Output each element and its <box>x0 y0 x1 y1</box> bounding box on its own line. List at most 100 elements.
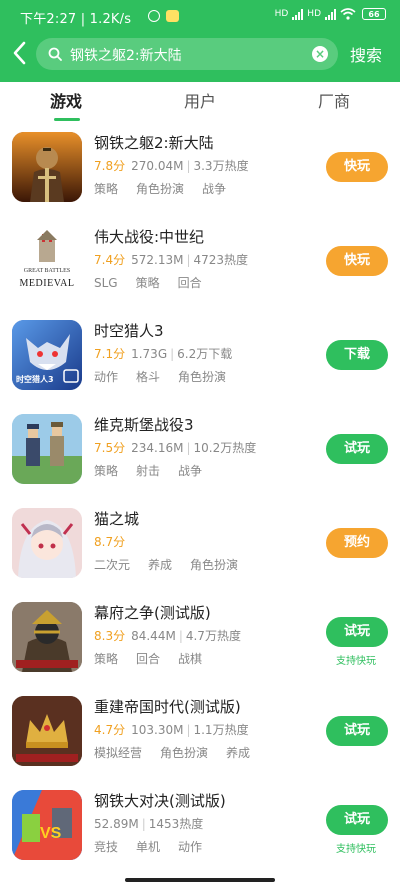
game-tag: 角色扮演 <box>190 558 239 572</box>
game-tags: 竞技 单机 动作 <box>94 838 220 855</box>
game-tag: 角色扮演 <box>178 370 227 384</box>
meta-divider: | <box>186 253 191 267</box>
game-tags: 动作 格斗 角色扮演 <box>94 368 244 385</box>
game-list-item[interactable]: 钢铁之躯2:新大陆 7.8分 270.04M | 3.3万热度 策略 角色扮演 战争 快玩 <box>0 122 400 216</box>
game-action-button[interactable]: 试玩 <box>326 716 388 746</box>
great-battles-icon[interactable]: GREAT BATTLES MEDIEVAL <box>12 226 82 296</box>
game-tag: 单机 <box>136 840 161 854</box>
wifi-icon <box>340 8 356 20</box>
game-meta: 52.89M | 1453热度 <box>94 815 203 832</box>
samurai-game-icon[interactable] <box>12 602 82 672</box>
game-action-button[interactable]: 试玩 <box>326 805 388 835</box>
battery-icon: 66 <box>362 8 386 20</box>
game-stat: 1453热度 <box>148 817 204 831</box>
game-title[interactable]: 伟大战役:中世纪 <box>94 226 204 247</box>
game-tag: 角色扮演 <box>136 182 185 196</box>
game-tags: 策略 角色扮演 战争 <box>94 180 244 197</box>
game-tags: SLG 策略 回合 <box>94 274 220 291</box>
game-tag: 战争 <box>202 182 227 196</box>
anime-art <box>12 508 82 578</box>
game-list-item[interactable]: GREAT BATTLES MEDIEVAL 伟大战役:中世纪 7.4分 572.13M… <box>0 216 400 310</box>
game-tag: 模拟经营 <box>94 746 143 760</box>
tab-active-indicator <box>54 118 80 121</box>
tab-vendors[interactable]: 厂商 <box>318 88 350 112</box>
game-list-item[interactable]: 幕府之争(测试版) 8.3分 84.44M | 4.7万热度 策略 回合 战棋 试玩 支持快玩 <box>0 592 400 686</box>
soldiers-game-icon[interactable] <box>12 414 82 484</box>
game-title[interactable]: 维克斯堡战役3 <box>94 414 194 435</box>
game-list-item[interactable]: 重建帝国时代(测试版) 4.7分 103.30M | 1.1万热度 模拟经营 角色扮演 养成 试… <box>0 686 400 780</box>
game-meta: 4.7分 103.30M | 1.1万热度 <box>94 721 249 738</box>
network-label: HD <box>274 9 289 19</box>
meta-divider: | <box>186 723 191 737</box>
game-tag: 战棋 <box>178 652 203 666</box>
game-stat: 10.2万热度 <box>193 441 257 455</box>
game-tag: 养成 <box>148 558 173 572</box>
game-tags: 二次元 养成 角色扮演 <box>94 556 256 573</box>
search-input[interactable]: 钢铁之躯2:新大陆 × <box>36 38 338 70</box>
status-bar: 下午2:27 | 1.2K/s HD HD 66 <box>0 0 400 32</box>
game-score: 8.3分 <box>94 629 126 643</box>
game-action-button[interactable]: 下载 <box>326 340 388 370</box>
clear-icon[interactable]: × <box>312 46 328 62</box>
top-bar: 下午2:27 | 1.2K/s HD HD 66 钢铁之躯2:新大陆 × 搜索 <box>0 0 400 82</box>
game-tag: 策略 <box>94 652 119 666</box>
game-tag: 策略 <box>135 276 160 290</box>
game-action-button[interactable]: 试玩 <box>326 617 388 647</box>
svg-text:VS: VS <box>40 825 62 842</box>
game-title[interactable]: 时空猎人3 <box>94 320 164 341</box>
game-action-button[interactable]: 试玩 <box>326 434 388 464</box>
game-tag: 射击 <box>136 464 161 478</box>
robot-art: VS <box>12 790 82 860</box>
signal-icon-2 <box>325 8 336 20</box>
game-list-item[interactable]: VS 钢铁大对决(测试版) 52.89M | 1453热度 竞技 单机 动作 试玩 支持快玩 <box>0 780 400 874</box>
signal-icon <box>292 8 304 20</box>
game-tag: 回合 <box>177 276 202 290</box>
soldiers-art <box>12 414 82 484</box>
search-icon <box>48 47 62 61</box>
robot-vs-icon[interactable]: VS <box>12 790 82 860</box>
anime-girl-icon[interactable] <box>12 508 82 578</box>
meta-divider: | <box>186 159 191 173</box>
game-title[interactable]: 钢铁大对决(测试版) <box>94 790 226 811</box>
status-time: 下午2:27 | 1.2K/s <box>20 12 132 27</box>
game-size: 52.89M <box>94 817 139 831</box>
game-title[interactable]: 猫之城 <box>94 508 139 529</box>
game-action-button[interactable]: 预约 <box>326 528 388 558</box>
medieval-logo: MEDIEVAL <box>19 278 75 289</box>
game-size: 103.30M <box>131 723 184 737</box>
game-title[interactable]: 幕府之争(测试版) <box>94 602 211 623</box>
quick-play-note: 支持快玩 <box>336 656 376 667</box>
empire-crown-icon[interactable] <box>12 696 82 766</box>
game-tag: 养成 <box>226 746 251 760</box>
game-meta: 8.7分 <box>94 533 131 550</box>
game-tag: 动作 <box>178 840 203 854</box>
game-action-button[interactable]: 快玩 <box>326 152 388 182</box>
game-meta: 8.3分 84.44M | 4.7万热度 <box>94 627 241 644</box>
game-tag: 竞技 <box>94 840 119 854</box>
search-button[interactable]: 搜索 <box>350 42 382 66</box>
search-query: 钢铁之躯2:新大陆 <box>70 48 182 64</box>
game-action-button[interactable]: 快玩 <box>326 246 388 276</box>
tab-games[interactable]: 游戏 <box>50 88 82 112</box>
game-list-item[interactable]: 时空猎人3 时空猎人3 7.1分 1.73G | 6.2万下载 动作 格斗 角色扮演 下载 <box>0 310 400 404</box>
game-list-item[interactable]: 猫之城 8.7分 二次元 养成 角色扮演 预约 <box>0 498 400 592</box>
tab-users[interactable]: 用户 <box>184 88 216 112</box>
game-stat: 6.2万下载 <box>177 347 233 361</box>
result-tabs: 游戏 用户 厂商 <box>0 82 400 122</box>
back-arrow-icon[interactable] <box>10 40 30 66</box>
game-list-item[interactable]: 维克斯堡战役3 7.5分 234.16M | 10.2万热度 策略 射击 战争 试玩 <box>0 404 400 498</box>
game-title[interactable]: 重建帝国时代(测试版) <box>94 696 241 717</box>
status-right: HD HD 66 <box>275 8 386 20</box>
knight-game-icon[interactable] <box>12 132 82 202</box>
crown-art <box>12 696 82 766</box>
werewolf-game-icon[interactable]: 时空猎人3 <box>12 320 82 390</box>
game-size: 572.13M <box>131 253 184 267</box>
game-title[interactable]: 钢铁之躯2:新大陆 <box>94 132 214 153</box>
game-tag: 策略 <box>94 464 119 478</box>
game-score: 7.8分 <box>94 159 126 173</box>
game-stat: 4723热度 <box>193 253 249 267</box>
game-score: 7.5分 <box>94 441 126 455</box>
game-score: 7.1分 <box>94 347 126 361</box>
meta-divider: | <box>186 441 191 455</box>
meta-divider: | <box>178 629 183 643</box>
